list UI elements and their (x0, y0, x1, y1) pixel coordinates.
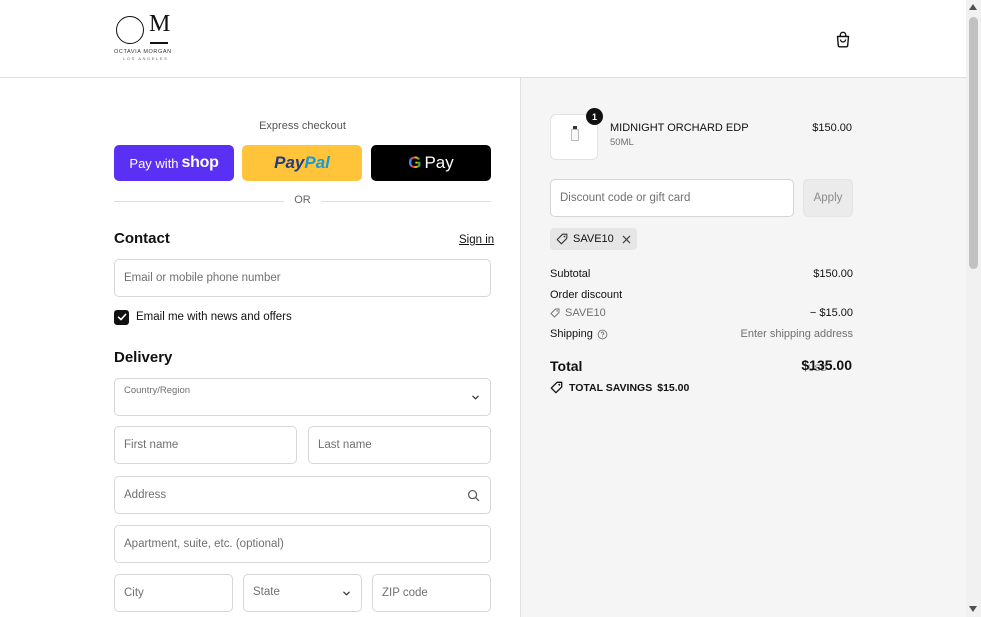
last-name-input[interactable] (309, 427, 490, 463)
country-label: Country/Region (124, 385, 191, 396)
shipping-label: Shipping (550, 328, 593, 340)
savings-value: $15.00 (657, 381, 690, 394)
google-g-icon: G (408, 153, 422, 172)
logo-bar (150, 42, 168, 44)
header: M OCTAVIA MORGAN LOS ANGELES (0, 0, 966, 78)
first-name-field[interactable] (114, 426, 297, 464)
product-name: MIDNIGHT ORCHARD EDP (610, 122, 749, 134)
page-scrollbar[interactable] (966, 0, 981, 617)
subtotal-value: $150.00 (813, 268, 853, 280)
state-select[interactable]: State (243, 574, 362, 612)
total-value: $135.00 (801, 357, 852, 373)
delivery-title: Delivery (114, 349, 173, 366)
search-icon (467, 489, 480, 502)
chevron-down-icon (343, 591, 350, 596)
checkout-form: Express checkout Pay with shop Pay Pal G … (0, 78, 520, 617)
brand-logo[interactable]: M OCTAVIA MORGAN LOS ANGELES (114, 11, 176, 64)
product-variant: 50ML (610, 137, 634, 148)
apartment-input[interactable] (115, 526, 490, 562)
sign-in-link[interactable]: Sign in (459, 234, 494, 246)
perfume-bottle-icon (571, 129, 579, 141)
scroll-down-arrow-icon[interactable] (969, 606, 977, 612)
discount-code-field[interactable] (550, 179, 794, 217)
paypal-logo-part2: Pal (304, 153, 330, 172)
apply-discount-button[interactable]: Apply (803, 179, 853, 217)
checkmark-icon (117, 313, 126, 321)
zip-field[interactable] (372, 574, 491, 612)
shop-pay-button[interactable]: Pay with shop (114, 145, 234, 181)
order-summary: 1 MIDNIGHT ORCHARD EDP 50ML $150.00 Appl… (520, 78, 966, 617)
city-field[interactable] (114, 574, 233, 612)
shipping-value: Enter shipping address (740, 328, 853, 340)
tag-icon (556, 233, 568, 245)
scroll-up-arrow-icon[interactable] (969, 4, 977, 10)
applied-discount-code: SAVE10 (573, 233, 614, 245)
total-savings: TOTAL SAVINGS $15.00 (550, 381, 689, 394)
logo-subline: LOS ANGELES (123, 56, 169, 61)
subtotal-label: Subtotal (550, 268, 591, 280)
logo-letter-mark: M (149, 11, 171, 37)
or-text: OR (294, 194, 311, 206)
email-input[interactable] (115, 260, 490, 296)
paypal-button[interactable]: Pay Pal (242, 145, 362, 181)
checkout-page: M OCTAVIA MORGAN LOS ANGELES Express che… (0, 0, 966, 617)
newsletter-checkbox-row[interactable]: Email me with news and offers (114, 309, 292, 325)
shop-pay-logo: shop (181, 154, 219, 171)
shopping-bag-icon[interactable] (834, 30, 852, 48)
tag-icon (550, 308, 560, 318)
zip-input[interactable] (373, 575, 490, 611)
google-pay-button[interactable]: G Pay (371, 145, 491, 181)
newsletter-label: Email me with news and offers (136, 311, 292, 323)
apartment-field[interactable] (114, 525, 491, 563)
discount-code-input[interactable] (551, 180, 793, 216)
state-label: State (253, 586, 280, 598)
shipping-line: Shipping (550, 328, 608, 340)
contact-title: Contact (114, 230, 170, 247)
shop-pay-prefix: Pay with (129, 155, 179, 171)
discount-value: − $15.00 (809, 307, 853, 319)
order-discount-label: Order discount (550, 289, 623, 301)
savings-label: TOTAL SAVINGS (569, 381, 653, 394)
discount-code-name: SAVE10 (565, 307, 606, 319)
paypal-logo-part1: Pay (274, 153, 305, 172)
applied-discount-chip: SAVE10 (550, 228, 637, 250)
discount-code-line: SAVE10 (550, 307, 606, 319)
newsletter-checkbox[interactable] (114, 309, 129, 325)
address-input[interactable] (115, 477, 490, 513)
express-checkout-label: Express checkout (259, 120, 346, 132)
country-select[interactable]: Country/Region (114, 378, 491, 416)
email-field[interactable] (114, 259, 491, 297)
google-pay-word: Pay (424, 153, 454, 172)
or-divider: OR (114, 194, 491, 208)
help-circle-icon[interactable] (597, 329, 608, 340)
total-label: Total (550, 358, 583, 374)
address-field[interactable] (114, 476, 491, 514)
quantity-badge: 1 (586, 108, 603, 125)
city-input[interactable] (115, 575, 232, 611)
divider-line-right (321, 201, 491, 202)
last-name-field[interactable] (308, 426, 491, 464)
tag-icon (550, 381, 563, 394)
logo-circle-mark (116, 16, 144, 44)
chevron-down-icon (472, 395, 479, 400)
product-price: $150.00 (812, 122, 852, 134)
scrollbar-thumb[interactable] (969, 17, 978, 269)
logo-wordmark: OCTAVIA MORGAN (114, 49, 172, 55)
first-name-input[interactable] (115, 427, 296, 463)
close-icon[interactable] (622, 235, 631, 244)
